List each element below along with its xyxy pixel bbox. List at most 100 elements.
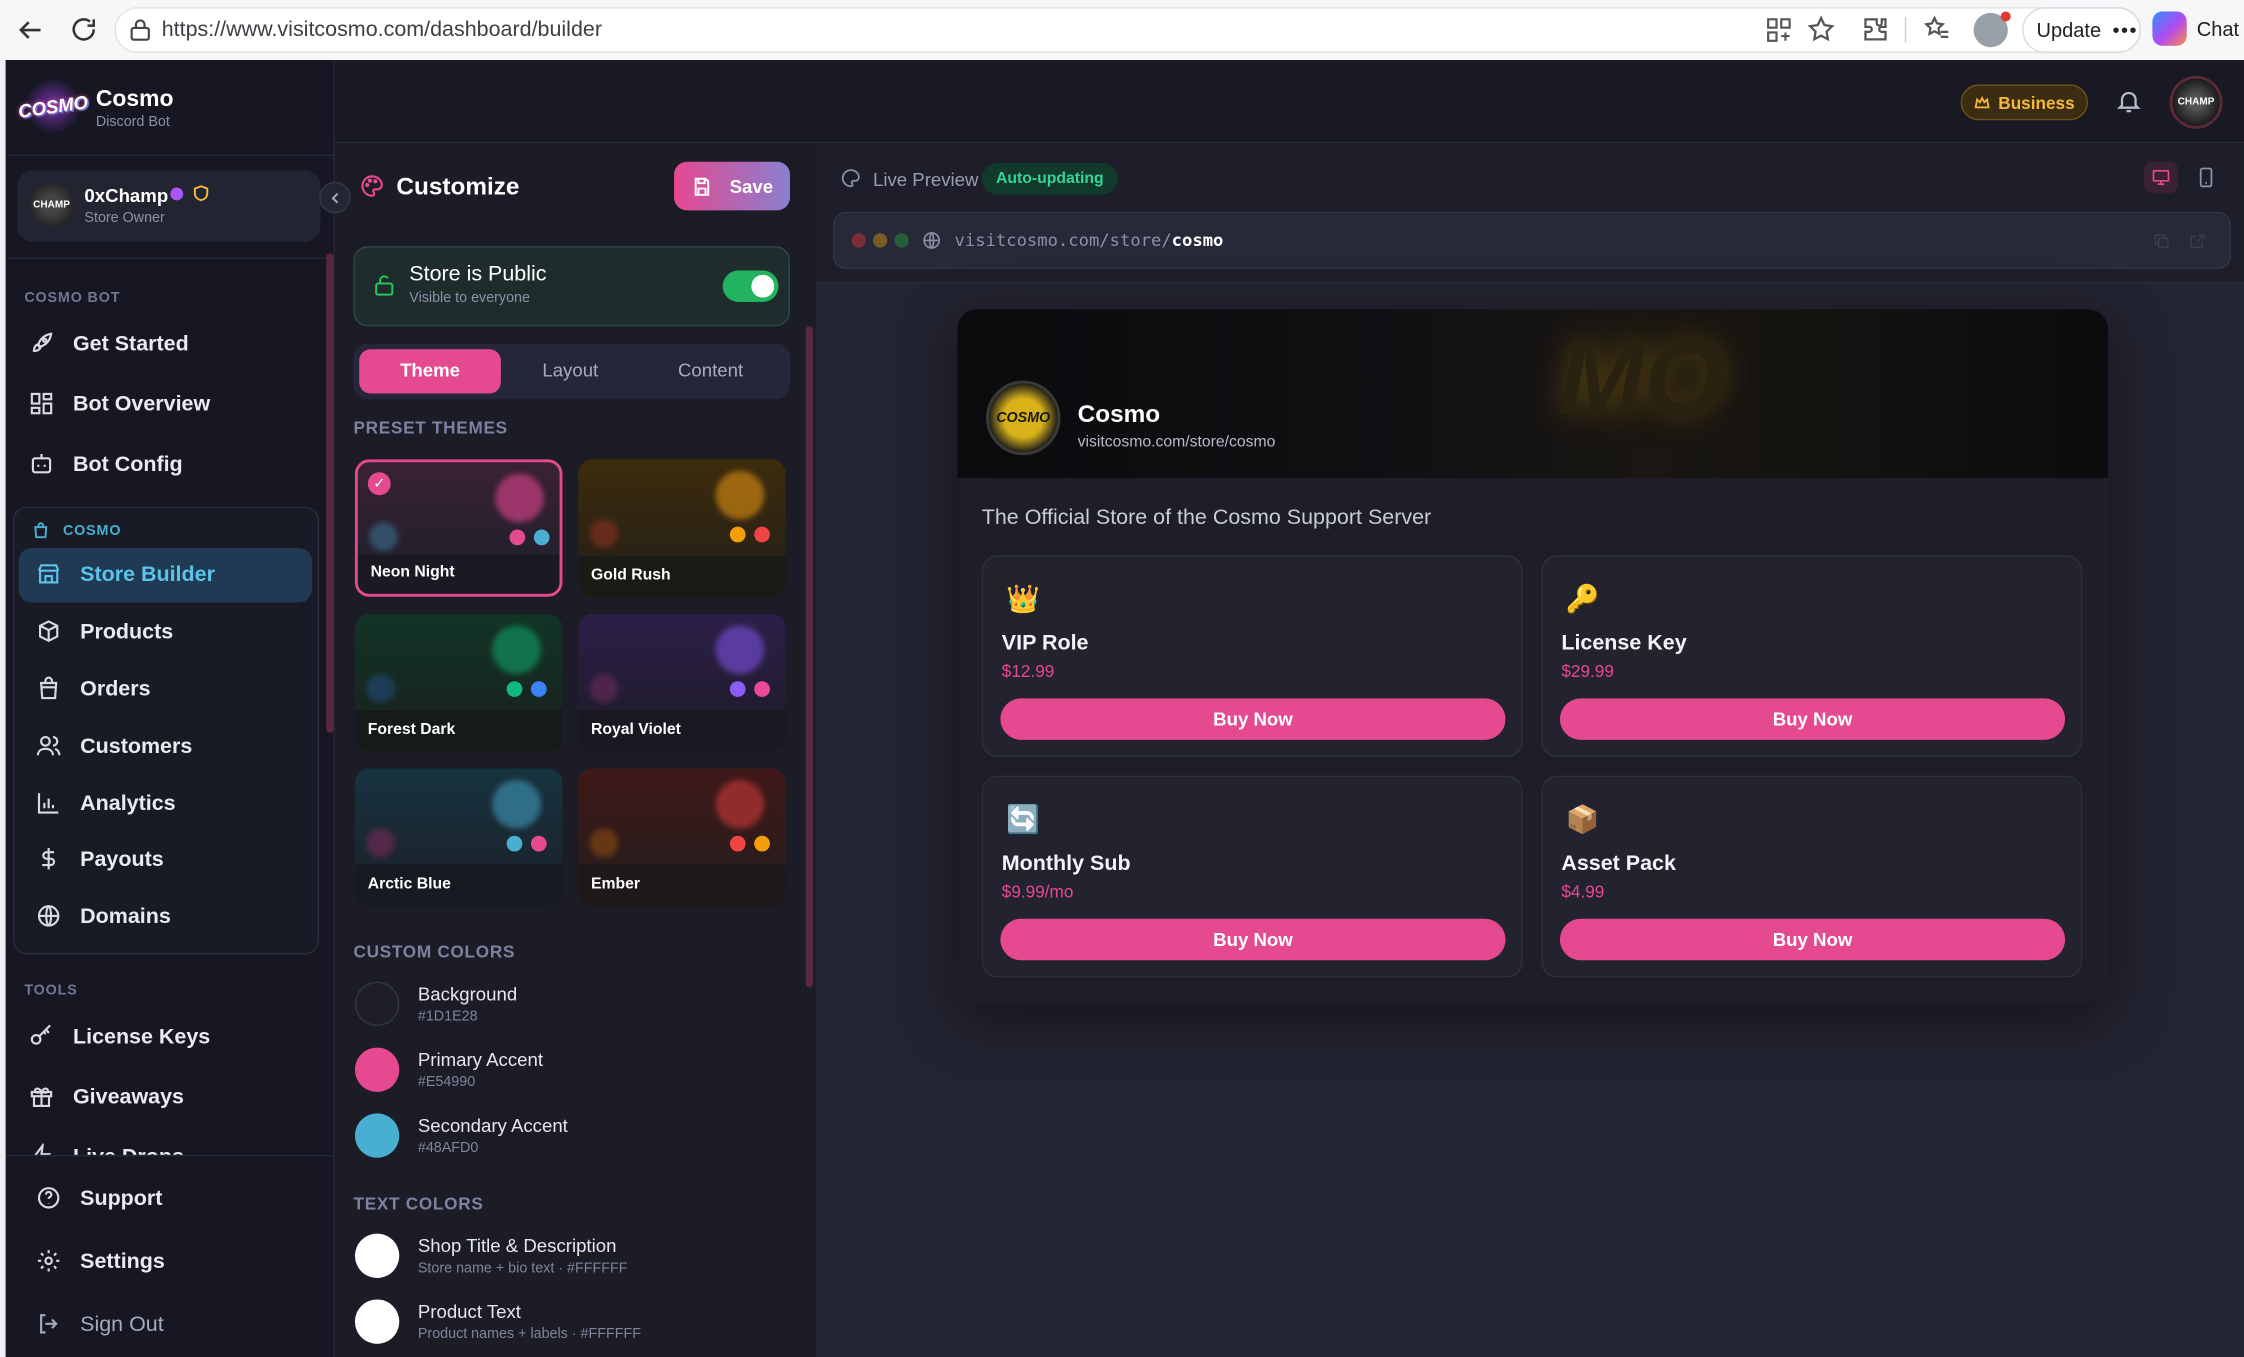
package-icon: 📦 (1565, 805, 1600, 836)
nav-products[interactable]: Products (36, 618, 173, 644)
nav-license-keys[interactable]: License Keys (29, 1023, 210, 1049)
preview-url[interactable]: visitcosmo.com/store/cosmo (955, 230, 1224, 250)
crown-icon: 👑 (1006, 585, 1040, 616)
public-toggle[interactable] (722, 270, 779, 302)
color-sub: Store name + bio text · #FFFFFF (417, 1260, 628, 1277)
color-swatch[interactable] (354, 1047, 400, 1092)
brand-name: Cosmo (95, 87, 174, 112)
user-role: Store Owner (84, 210, 165, 227)
color-dot (729, 681, 746, 697)
nav-sign-out[interactable]: Sign Out (36, 1311, 164, 1337)
color-dot (729, 526, 746, 543)
product-name: VIP Role (1001, 631, 1089, 656)
color-swatch[interactable] (354, 1113, 400, 1158)
buy-now-button[interactable]: Buy Now (1000, 698, 1506, 740)
tab-layout[interactable]: Layout (499, 359, 641, 380)
store-description: The Official Store of the Cosmo Support … (981, 505, 1432, 530)
theme-card-neon-night[interactable]: ✓ Neon Night (354, 459, 563, 597)
chat-label[interactable]: Chat (2197, 17, 2239, 40)
scrollbar-right[interactable] (805, 326, 813, 988)
plan-badge-label: Business (1998, 92, 2075, 113)
nav-label: Bot Config (72, 451, 183, 476)
color-row-background[interactable]: Background #1D1E28 (354, 981, 517, 1027)
refresh-icon: 🔄 (1006, 805, 1040, 836)
divider (5, 1154, 335, 1157)
plan-badge[interactable]: Business (1960, 84, 2089, 121)
bell-icon[interactable] (2115, 87, 2142, 114)
favorite-star-icon[interactable] (1806, 14, 1836, 44)
copy-icon[interactable] (2152, 232, 2171, 251)
color-swatch[interactable] (354, 1299, 400, 1344)
crown-icon (1975, 95, 1991, 108)
nav-label: Products (80, 618, 174, 644)
update-button[interactable]: Update ••• (2022, 7, 2141, 53)
color-row-product-text[interactable]: Product Text Product names + labels · #FF… (354, 1299, 641, 1344)
monitor-icon (2152, 169, 2170, 185)
desktop-view-button[interactable] (2143, 161, 2179, 194)
nav-domains[interactable]: Domains (36, 903, 171, 929)
logout-icon (40, 1314, 58, 1334)
scrollbar-left[interactable] (326, 253, 334, 733)
refresh-icon[interactable] (69, 14, 99, 44)
color-hex: #1D1E28 (417, 1008, 478, 1025)
buy-now-button[interactable]: Buy Now (1000, 918, 1506, 961)
profile-avatar-icon[interactable] (1973, 11, 2011, 48)
nav-bot-config[interactable]: Bot Config (29, 451, 183, 477)
color-dot (506, 835, 523, 852)
top-avatar[interactable]: CHAMP (2169, 75, 2223, 129)
store-name: Cosmo (1077, 400, 1161, 428)
nav-orders[interactable]: Orders (36, 675, 151, 701)
nav-bot-overview[interactable]: Bot Overview (29, 391, 210, 417)
nav-label: Analytics (80, 790, 176, 816)
tab-content[interactable]: Content (640, 359, 782, 380)
color-sub: Product names + labels · #FFFFFF (417, 1326, 641, 1343)
color-swatch[interactable] (354, 1233, 400, 1278)
nav-giveaways[interactable]: Giveaways (29, 1083, 184, 1109)
site-info-icon[interactable] (127, 17, 153, 43)
top-bar (334, 60, 2244, 144)
extensions-icon[interactable] (1860, 14, 1890, 44)
save-button[interactable]: Save (674, 161, 790, 211)
nav-settings[interactable]: Settings (36, 1248, 165, 1274)
color-row-secondary-accent[interactable]: Secondary Accent #48AFD0 (354, 1113, 568, 1158)
copilot-icon[interactable] (2152, 11, 2187, 46)
nav-analytics[interactable]: Analytics (36, 790, 176, 816)
favorites-icon[interactable] (1922, 14, 1952, 44)
section-label-tools: TOOLS (24, 983, 78, 999)
theme-card-ember[interactable]: Ember (578, 768, 786, 906)
color-swatch[interactable] (354, 981, 400, 1027)
nav-customers[interactable]: Customers (36, 733, 192, 759)
buy-now-button[interactable]: Buy Now (1559, 698, 2066, 740)
public-subtitle: Visible to everyone (409, 290, 530, 307)
window-dot-green (894, 233, 909, 248)
theme-card-forest-dark[interactable]: Forest Dark (354, 613, 563, 752)
theme-card-gold-rush[interactable]: Gold Rush (578, 459, 786, 597)
theme-name: Royal Violet (591, 721, 681, 739)
tab-theme[interactable]: Theme (359, 359, 501, 380)
url-text[interactable]: https://www.visitcosmo.com/dashboard/bui… (162, 17, 602, 41)
update-label: Update (2036, 18, 2102, 42)
nav-live-drops[interactable]: Live Drops (29, 1143, 184, 1155)
nav-support[interactable]: Support (36, 1185, 162, 1211)
theme-card-royal-violet[interactable]: Royal Violet (578, 613, 786, 752)
mobile-view-button[interactable] (2195, 166, 2216, 189)
nav-label: Domains (80, 903, 171, 929)
buy-now-button[interactable]: Buy Now (1559, 918, 2066, 961)
store-url: visitcosmo.com/store/cosmo (1077, 433, 1276, 451)
product-price: $29.99 (1561, 661, 1614, 682)
collapse-sidebar-button[interactable] (319, 181, 351, 214)
nav-get-started[interactable]: Get Started (29, 331, 189, 357)
theme-card-arctic-blue[interactable]: Arctic Blue (354, 768, 563, 906)
nav-store-builder[interactable]: Store Builder (36, 561, 215, 587)
back-arrow-icon[interactable] (14, 14, 45, 45)
divider (7, 154, 334, 156)
product-price: $12.99 (1001, 661, 1055, 682)
nav-payouts[interactable]: Payouts (36, 846, 164, 872)
more-icon: ••• (2112, 18, 2138, 42)
color-row-primary-accent[interactable]: Primary Accent #E54990 (354, 1047, 543, 1092)
theme-name: Arctic Blue (367, 875, 451, 894)
app-grid-icon[interactable] (1765, 16, 1794, 45)
external-link-icon[interactable] (2188, 232, 2207, 251)
color-row-shop-title[interactable]: Shop Title & Description Store name + bio… (354, 1233, 628, 1278)
preview-globe-icon (922, 230, 942, 250)
